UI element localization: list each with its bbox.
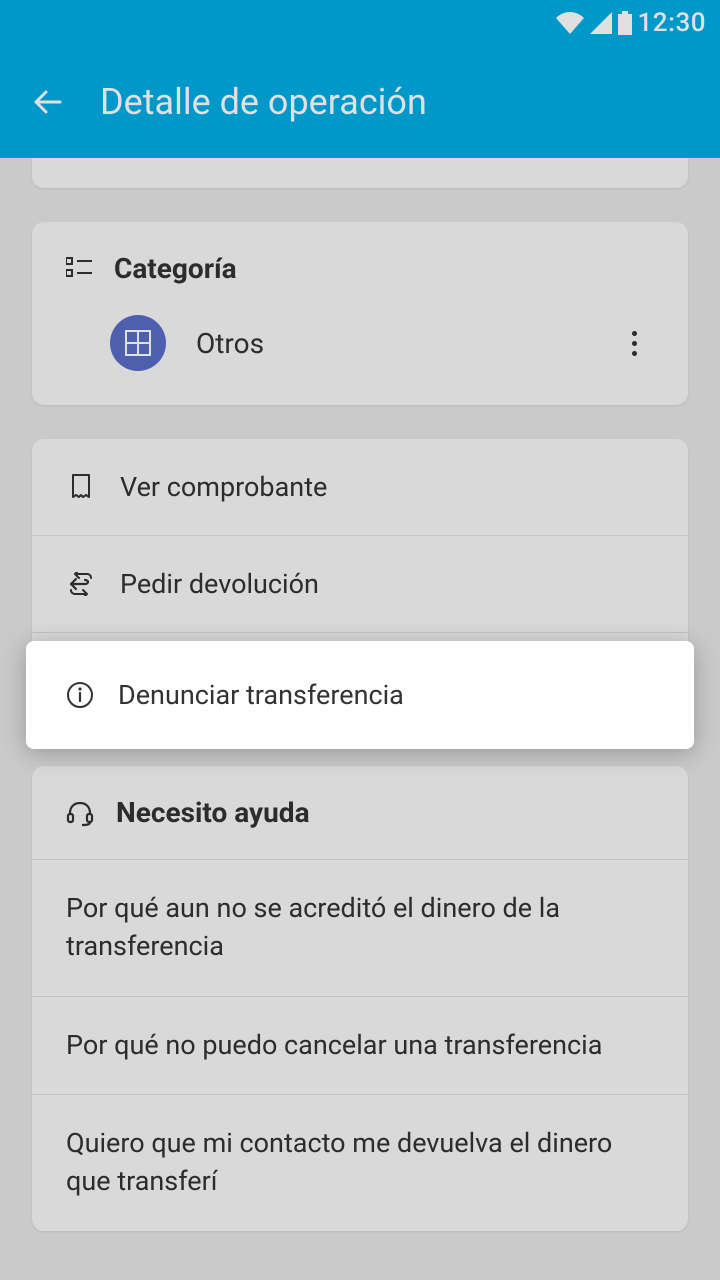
grid-icon (110, 315, 166, 371)
arrow-left-icon (28, 82, 68, 122)
category-card: Categoría Otros (32, 222, 688, 405)
status-time: 12:30 (638, 8, 706, 38)
wifi-icon (556, 12, 584, 34)
report-transfer-label: Denunciar transferencia (118, 679, 404, 711)
request-refund-row[interactable]: Pedir devolución (32, 535, 688, 632)
help-header: Necesito ayuda (32, 766, 688, 859)
category-value: Otros (196, 327, 264, 360)
help-item-want-refund[interactable]: Quiero que mi contacto me devuelva el di… (32, 1094, 688, 1231)
category-row[interactable]: Otros (32, 315, 688, 405)
status-bar: 12:30 (0, 0, 720, 46)
receipt-icon (66, 473, 96, 501)
back-button[interactable] (24, 78, 72, 126)
info-icon (66, 681, 94, 709)
more-options-button[interactable] (614, 331, 654, 356)
request-refund-label: Pedir devolución (120, 568, 319, 600)
battery-icon (618, 11, 632, 35)
page-title: Detalle de operación (100, 81, 427, 123)
report-transfer-highlight[interactable]: Denunciar transferencia (26, 641, 694, 749)
category-heading: Categoría (114, 252, 237, 285)
app-bar: Detalle de operación (0, 46, 720, 158)
return-arrow-icon (66, 572, 96, 596)
category-list-icon (66, 256, 92, 282)
headset-icon (66, 799, 94, 827)
category-header: Categoría (32, 222, 688, 315)
previous-card-fragment (32, 158, 688, 188)
help-card: Necesito ayuda Por qué aun no se acredit… (32, 766, 688, 1231)
view-receipt-label: Ver comprobante (120, 471, 327, 503)
view-receipt-row[interactable]: Ver comprobante (32, 439, 688, 535)
cell-signal-icon (590, 12, 612, 34)
help-item-cant-cancel[interactable]: Por qué no puedo cancelar una transferen… (32, 996, 688, 1095)
help-item-not-credited[interactable]: Por qué aun no se acreditó el dinero de … (32, 859, 688, 996)
help-heading: Necesito ayuda (116, 796, 310, 829)
